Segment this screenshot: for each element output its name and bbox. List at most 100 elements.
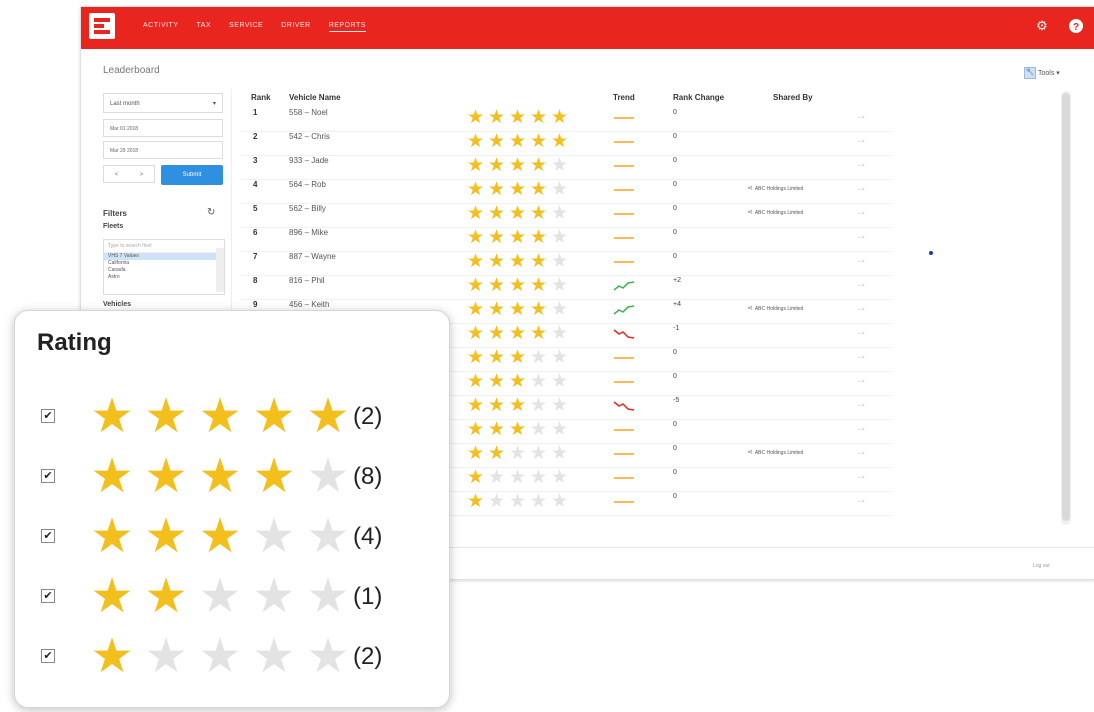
date-to-input[interactable]: Mar 29 2018 bbox=[103, 141, 223, 159]
fleet-option[interactable]: Astro bbox=[104, 274, 224, 281]
fleet-search-input[interactable]: Type to search fleet bbox=[104, 240, 224, 253]
prev-button[interactable]: < bbox=[115, 166, 119, 182]
arrow-right-icon[interactable]: → bbox=[855, 276, 867, 290]
rating-checkbox[interactable]: ✔ bbox=[41, 409, 55, 423]
arrow-right-icon[interactable]: → bbox=[855, 156, 867, 170]
gear-icon[interactable]: ⚙ bbox=[1035, 19, 1049, 33]
rating-checkbox[interactable]: ✔ bbox=[41, 589, 55, 603]
rank-change-cell: 0 bbox=[673, 109, 677, 116]
rating-filter-row[interactable]: ✔ ★ ★ ★ ★ ★ (2) bbox=[15, 391, 449, 443]
scroll-thumb[interactable] bbox=[1062, 93, 1070, 521]
rating-filter-row[interactable]: ✔ ★ ★ ★ ★ ★ (2) bbox=[15, 631, 449, 683]
tools-menu[interactable]: 🔧 Tools ▾ bbox=[1024, 67, 1060, 79]
table-row[interactable]: 2 542 – Chris ★ ★ ★ ★ ★ 0 → bbox=[241, 131, 891, 156]
star-icon: ★ bbox=[550, 419, 569, 440]
logout-link[interactable]: Log out bbox=[1033, 563, 1050, 569]
arrow-right-icon[interactable]: → bbox=[855, 228, 867, 242]
arrow-right-icon[interactable]: → bbox=[855, 300, 867, 314]
star-rating: ★ ★ ★ ★ ★ bbox=[465, 324, 570, 344]
fleet-option[interactable]: VHS 7 Values bbox=[104, 253, 224, 260]
fleet-option[interactable]: Canada bbox=[104, 267, 224, 274]
rank-cell: 7 bbox=[253, 252, 258, 261]
rating-checkbox[interactable]: ✔ bbox=[41, 529, 55, 543]
submit-button[interactable]: Submit bbox=[161, 165, 223, 185]
arrow-right-icon[interactable]: → bbox=[855, 348, 867, 362]
rating-checkbox[interactable]: ✔ bbox=[41, 469, 55, 483]
arrow-right-icon[interactable]: → bbox=[855, 468, 867, 482]
star-icon: ★ bbox=[252, 450, 296, 503]
star-icon: ★ bbox=[90, 510, 134, 563]
star-icon: ★ bbox=[466, 491, 485, 512]
fleet-listbox[interactable]: Type to search fleet VHS 7 Values Califo… bbox=[103, 239, 225, 295]
trend-flat-icon bbox=[614, 429, 634, 431]
top-nav-bar: ACTIVITY TAX SERVICE DRIVER REPORTS ⚙ ? bbox=[81, 7, 1094, 49]
vehicle-name-cell[interactable]: 564 – Rob bbox=[289, 180, 326, 189]
svg-text:?: ? bbox=[1073, 22, 1079, 33]
star-icon: ★ bbox=[466, 347, 485, 368]
arrow-right-icon[interactable]: → bbox=[855, 492, 867, 506]
star-icon: ★ bbox=[550, 251, 569, 272]
vehicle-name-cell[interactable]: 456 – Keith bbox=[289, 300, 329, 309]
table-scrollbar[interactable] bbox=[1061, 91, 1071, 525]
arrow-right-icon[interactable]: → bbox=[855, 108, 867, 122]
app-logo[interactable] bbox=[89, 13, 115, 39]
vehicle-name-cell[interactable]: 896 – Mike bbox=[289, 228, 328, 237]
nav-tax[interactable]: TAX bbox=[197, 22, 212, 32]
star-icon: ★ bbox=[487, 179, 506, 200]
arrow-right-icon[interactable]: → bbox=[855, 180, 867, 194]
rating-checkbox[interactable]: ✔ bbox=[41, 649, 55, 663]
star-icon: ★ bbox=[508, 299, 527, 320]
vehicle-name-cell[interactable]: 816 – Phil bbox=[289, 276, 325, 285]
fleet-scrollbar[interactable] bbox=[216, 248, 224, 292]
arrow-right-icon[interactable]: → bbox=[855, 252, 867, 266]
rating-filter-row[interactable]: ✔ ★ ★ ★ ★ ★ (4) bbox=[15, 511, 449, 563]
period-select[interactable]: Last month ▾ bbox=[103, 93, 223, 113]
vehicle-name-cell[interactable]: 558 – Noel bbox=[289, 108, 328, 117]
arrow-right-icon[interactable]: → bbox=[855, 132, 867, 146]
star-icon: ★ bbox=[508, 443, 527, 464]
star-rating: ★ ★ ★ ★ ★ bbox=[465, 252, 570, 272]
trend-flat-icon bbox=[614, 381, 634, 383]
table-row[interactable]: 6 896 – Mike ★ ★ ★ ★ ★ 0 → bbox=[241, 227, 891, 252]
star-icon: ★ bbox=[529, 323, 548, 344]
vehicle-name-cell[interactable]: 542 – Chris bbox=[289, 132, 330, 141]
table-row[interactable]: 8 816 – Phil ★ ★ ★ ★ ★ +2 → bbox=[241, 275, 891, 300]
arrow-right-icon[interactable]: → bbox=[855, 324, 867, 338]
trend-flat-icon bbox=[614, 357, 634, 359]
arrow-right-icon[interactable]: → bbox=[855, 372, 867, 386]
shared-by-label: ABC Holdings Limited bbox=[754, 306, 804, 312]
vehicle-name-cell[interactable]: 562 – Billy bbox=[289, 204, 326, 213]
table-row[interactable]: 3 933 – Jade ★ ★ ★ ★ ★ 0 → bbox=[241, 155, 891, 180]
table-row[interactable]: 7 887 – Wayne ★ ★ ★ ★ ★ 0 → bbox=[241, 251, 891, 276]
vehicle-name-cell[interactable]: 933 – Jade bbox=[289, 156, 329, 165]
rating-filter-row[interactable]: ✔ ★ ★ ★ ★ ★ (8) bbox=[15, 451, 449, 503]
arrow-right-icon[interactable]: → bbox=[855, 444, 867, 458]
next-button[interactable]: > bbox=[140, 166, 144, 182]
wrench-icon: 🔧 bbox=[1024, 67, 1036, 79]
rating-count: (4) bbox=[353, 523, 383, 550]
arrow-right-icon[interactable]: → bbox=[855, 204, 867, 218]
date-from-input[interactable]: Mar 01 2018 bbox=[103, 119, 223, 137]
table-row[interactable]: 4 564 – Rob ★ ★ ★ ★ ★ 0 ⋖ ABC Holdings Limited → bbox=[241, 179, 891, 204]
nav-driver[interactable]: DRIVER bbox=[281, 22, 310, 32]
trend-up-icon bbox=[613, 305, 635, 315]
period-stepper[interactable]: < > bbox=[103, 165, 155, 183]
rank-change-cell: 0 bbox=[673, 157, 677, 164]
rating-filter-row[interactable]: ✔ ★ ★ ★ ★ ★ (1) bbox=[15, 571, 449, 623]
nav-activity[interactable]: ACTIVITY bbox=[143, 22, 179, 32]
vehicle-name-cell[interactable]: 887 – Wayne bbox=[289, 252, 336, 261]
nav-reports[interactable]: REPORTS bbox=[328, 22, 366, 32]
table-row[interactable]: 5 562 – Billy ★ ★ ★ ★ ★ 0 ⋖ ABC Holdings Limited… bbox=[241, 203, 891, 228]
rank-change-cell: 0 bbox=[673, 445, 677, 452]
star-icon: ★ bbox=[466, 323, 485, 344]
arrow-right-icon[interactable]: → bbox=[855, 396, 867, 410]
nav-service[interactable]: SERVICE bbox=[229, 22, 263, 32]
rank-cell: 5 bbox=[253, 204, 258, 213]
fleet-option[interactable]: California bbox=[104, 260, 224, 267]
arrow-right-icon[interactable]: → bbox=[855, 420, 867, 434]
refresh-icon[interactable]: ↻ bbox=[207, 207, 215, 218]
star-rating: ★ ★ ★ ★ ★ bbox=[465, 156, 570, 176]
question-icon[interactable]: ? bbox=[1069, 19, 1083, 33]
rank-cell: 8 bbox=[253, 276, 258, 285]
table-row[interactable]: 1 558 – Noel ★ ★ ★ ★ ★ 0 → bbox=[241, 107, 891, 132]
